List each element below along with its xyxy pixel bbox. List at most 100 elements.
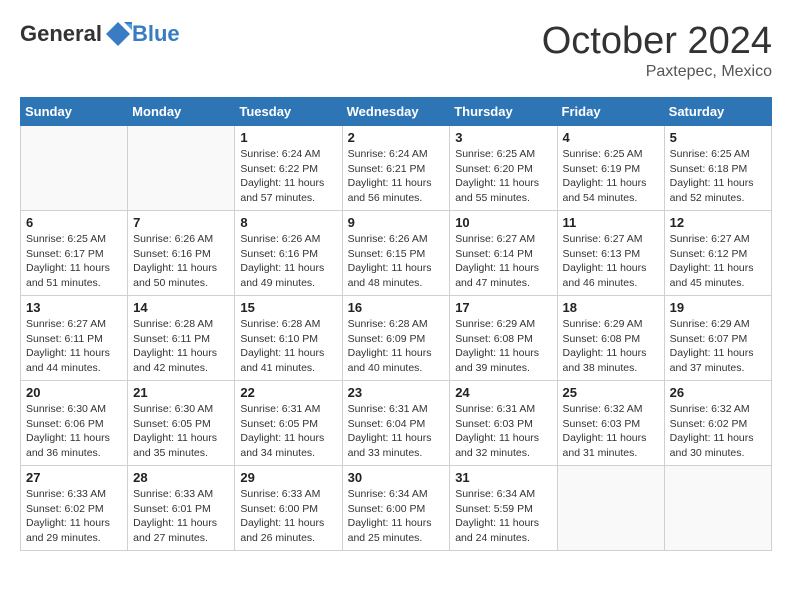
cell-info: Sunrise: 6:34 AMSunset: 5:59 PMDaylight:… [455, 487, 551, 546]
cell-date-number: 20 [26, 385, 122, 400]
cell-date-number: 23 [348, 385, 445, 400]
cell-date-number: 13 [26, 300, 122, 315]
calendar-cell: 10Sunrise: 6:27 AMSunset: 6:14 PMDayligh… [450, 211, 557, 296]
week-row-4: 20 Sunrise: 6:30 AMSunset: 6:06 PMDayligh… [21, 381, 772, 466]
cell-info: Sunrise: 6:29 AMSunset: 6:08 PMDaylight:… [455, 317, 551, 376]
cell-info: Sunrise: 6:31 AMSunset: 6:04 PMDaylight:… [348, 402, 445, 461]
calendar-table: SundayMondayTuesdayWednesdayThursdayFrid… [20, 97, 772, 551]
calendar-header: SundayMondayTuesdayWednesdayThursdayFrid… [21, 98, 772, 126]
calendar-cell: 6 Sunrise: 6:25 AMSunset: 6:17 PMDaylight… [21, 211, 128, 296]
cell-date-number: 18 [563, 300, 659, 315]
calendar-cell: 4 Sunrise: 6:25 AMSunset: 6:19 PMDaylight… [557, 126, 664, 211]
header-day-wednesday: Wednesday [342, 98, 450, 126]
header-day-saturday: Saturday [664, 98, 771, 126]
calendar-cell: 12 Sunrise: 6:27 AMSunset: 6:12 PMDayligh… [664, 211, 771, 296]
calendar-cell: 1 Sunrise: 6:24 AMSunset: 6:22 PMDaylight… [235, 126, 342, 211]
header-day-tuesday: Tuesday [235, 98, 342, 126]
calendar-cell: 7 Sunrise: 6:26 AMSunset: 6:16 PMDaylight… [128, 211, 235, 296]
cell-info: Sunrise: 6:33 AMSunset: 6:02 PMDaylight:… [26, 487, 122, 546]
logo-general-text: General [20, 21, 102, 47]
calendar-cell: 22 Sunrise: 6:31 AMSunset: 6:05 PMDayligh… [235, 381, 342, 466]
cell-info: Sunrise: 6:30 AMSunset: 6:06 PMDaylight:… [26, 402, 122, 461]
cell-date-number: 24 [455, 385, 551, 400]
cell-info: Sunrise: 6:24 AMSunset: 6:22 PMDaylight:… [240, 147, 336, 206]
cell-date-number: 14 [133, 300, 229, 315]
cell-info: Sunrise: 6:33 AMSunset: 6:01 PMDaylight:… [133, 487, 229, 546]
cell-date-number: 21 [133, 385, 229, 400]
month-title: October 2024 [542, 20, 772, 63]
cell-info: Sunrise: 6:31 AMSunset: 6:05 PMDaylight:… [240, 402, 336, 461]
calendar-cell: 16 Sunrise: 6:28 AMSunset: 6:09 PMDayligh… [342, 296, 450, 381]
cell-date-number: 15 [240, 300, 336, 315]
cell-date-number: 6 [26, 215, 122, 230]
cell-info: Sunrise: 6:28 AMSunset: 6:11 PMDaylight:… [133, 317, 229, 376]
cell-info: Sunrise: 6:30 AMSunset: 6:05 PMDaylight:… [133, 402, 229, 461]
cell-date-number: 30 [348, 470, 445, 485]
calendar-cell: 25 Sunrise: 6:32 AMSunset: 6:03 PMDayligh… [557, 381, 664, 466]
cell-date-number: 25 [563, 385, 659, 400]
cell-date-number: 16 [348, 300, 445, 315]
header-day-thursday: Thursday [450, 98, 557, 126]
cell-info: Sunrise: 6:32 AMSunset: 6:02 PMDaylight:… [670, 402, 766, 461]
calendar-cell: 27 Sunrise: 6:33 AMSunset: 6:02 PMDayligh… [21, 466, 128, 551]
calendar-cell [557, 466, 664, 551]
calendar-cell: 26 Sunrise: 6:32 AMSunset: 6:02 PMDayligh… [664, 381, 771, 466]
cell-date-number: 2 [348, 130, 445, 145]
cell-info: Sunrise: 6:28 AMSunset: 6:09 PMDaylight:… [348, 317, 445, 376]
cell-info: Sunrise: 6:27 AMSunset: 6:14 PMDaylight:… [455, 232, 551, 291]
cell-info: Sunrise: 6:25 AMSunset: 6:18 PMDaylight:… [670, 147, 766, 206]
cell-info: Sunrise: 6:33 AMSunset: 6:00 PMDaylight:… [240, 487, 336, 546]
cell-info: Sunrise: 6:25 AMSunset: 6:20 PMDaylight:… [455, 147, 551, 206]
logo-blue-text: Blue [132, 21, 180, 47]
cell-date-number: 7 [133, 215, 229, 230]
cell-info: Sunrise: 6:29 AMSunset: 6:07 PMDaylight:… [670, 317, 766, 376]
week-row-1: 1 Sunrise: 6:24 AMSunset: 6:22 PMDaylight… [21, 126, 772, 211]
cell-date-number: 11 [563, 215, 659, 230]
cell-info: Sunrise: 6:29 AMSunset: 6:08 PMDaylight:… [563, 317, 659, 376]
header-day-sunday: Sunday [21, 98, 128, 126]
cell-date-number: 31 [455, 470, 551, 485]
calendar-cell: 2Sunrise: 6:24 AMSunset: 6:21 PMDaylight… [342, 126, 450, 211]
cell-date-number: 27 [26, 470, 122, 485]
cell-date-number: 19 [670, 300, 766, 315]
calendar-cell: 24 Sunrise: 6:31 AMSunset: 6:03 PMDayligh… [450, 381, 557, 466]
cell-date-number: 12 [670, 215, 766, 230]
cell-info: Sunrise: 6:26 AMSunset: 6:16 PMDaylight:… [133, 232, 229, 291]
cell-info: Sunrise: 6:25 AMSunset: 6:17 PMDaylight:… [26, 232, 122, 291]
calendar-cell: 31 Sunrise: 6:34 AMSunset: 5:59 PMDayligh… [450, 466, 557, 551]
header-day-monday: Monday [128, 98, 235, 126]
calendar-cell: 21 Sunrise: 6:30 AMSunset: 6:05 PMDayligh… [128, 381, 235, 466]
calendar-cell: 18 Sunrise: 6:29 AMSunset: 6:08 PMDayligh… [557, 296, 664, 381]
calendar-cell [21, 126, 128, 211]
cell-date-number: 26 [670, 385, 766, 400]
cell-info: Sunrise: 6:31 AMSunset: 6:03 PMDaylight:… [455, 402, 551, 461]
header-day-friday: Friday [557, 98, 664, 126]
cell-date-number: 4 [563, 130, 659, 145]
calendar-cell: 29 Sunrise: 6:33 AMSunset: 6:00 PMDayligh… [235, 466, 342, 551]
cell-info: Sunrise: 6:27 AMSunset: 6:11 PMDaylight:… [26, 317, 122, 376]
calendar-cell: 8Sunrise: 6:26 AMSunset: 6:16 PMDaylight… [235, 211, 342, 296]
logo: General Blue [20, 20, 180, 48]
calendar-cell: 14 Sunrise: 6:28 AMSunset: 6:11 PMDayligh… [128, 296, 235, 381]
header-row: SundayMondayTuesdayWednesdayThursdayFrid… [21, 98, 772, 126]
calendar-cell: 11 Sunrise: 6:27 AMSunset: 6:13 PMDayligh… [557, 211, 664, 296]
cell-date-number: 29 [240, 470, 336, 485]
cell-date-number: 22 [240, 385, 336, 400]
cell-info: Sunrise: 6:28 AMSunset: 6:10 PMDaylight:… [240, 317, 336, 376]
week-row-2: 6 Sunrise: 6:25 AMSunset: 6:17 PMDaylight… [21, 211, 772, 296]
cell-info: Sunrise: 6:27 AMSunset: 6:12 PMDaylight:… [670, 232, 766, 291]
calendar-cell: 13 Sunrise: 6:27 AMSunset: 6:11 PMDayligh… [21, 296, 128, 381]
cell-date-number: 28 [133, 470, 229, 485]
cell-date-number: 1 [240, 130, 336, 145]
title-block: October 2024 Paxtepec, Mexico [542, 20, 772, 81]
calendar-cell: 19 Sunrise: 6:29 AMSunset: 6:07 PMDayligh… [664, 296, 771, 381]
calendar-cell: 9Sunrise: 6:26 AMSunset: 6:15 PMDaylight… [342, 211, 450, 296]
cell-date-number: 3 [455, 130, 551, 145]
cell-info: Sunrise: 6:25 AMSunset: 6:19 PMDaylight:… [563, 147, 659, 206]
calendar-cell [128, 126, 235, 211]
cell-info: Sunrise: 6:32 AMSunset: 6:03 PMDaylight:… [563, 402, 659, 461]
page-header: General Blue October 2024 Paxtepec, Mexi… [20, 20, 772, 81]
calendar-cell: 23 Sunrise: 6:31 AMSunset: 6:04 PMDayligh… [342, 381, 450, 466]
cell-info: Sunrise: 6:27 AMSunset: 6:13 PMDaylight:… [563, 232, 659, 291]
cell-info: Sunrise: 6:26 AMSunset: 6:15 PMDaylight:… [348, 232, 445, 291]
